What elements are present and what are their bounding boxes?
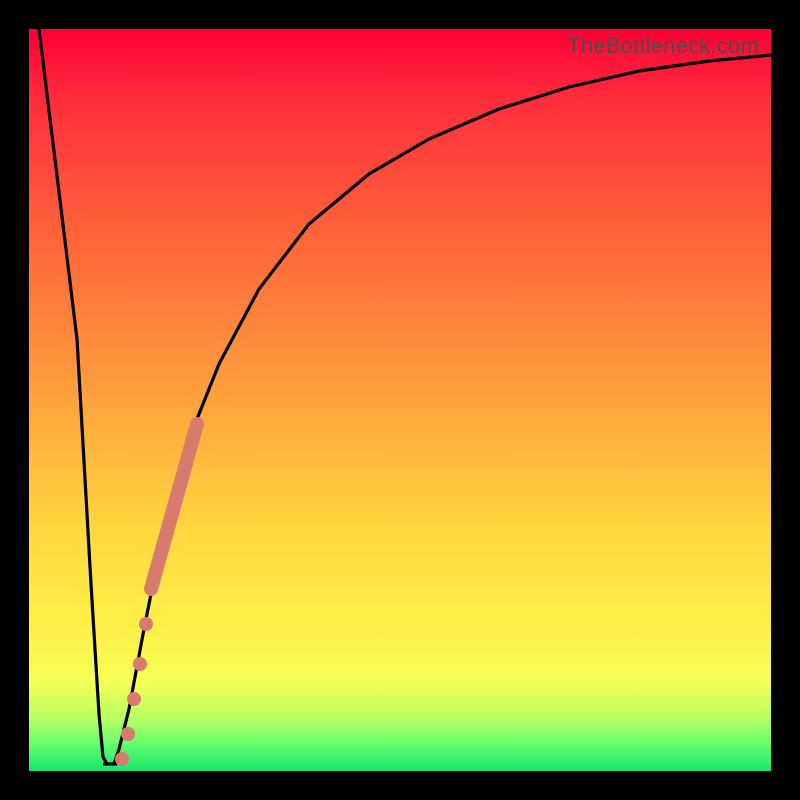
marker-dot [127,692,141,706]
marker-thick-segment [151,424,197,589]
chart-frame: TheBottleneck.com [0,0,800,800]
marker-dot [133,657,147,671]
marker-dot [139,617,153,631]
plot-area: TheBottleneck.com [29,29,771,771]
bottleneck-curve [39,29,771,764]
chart-svg [29,29,771,771]
marker-dot [121,727,135,741]
marker-dot [115,752,129,766]
